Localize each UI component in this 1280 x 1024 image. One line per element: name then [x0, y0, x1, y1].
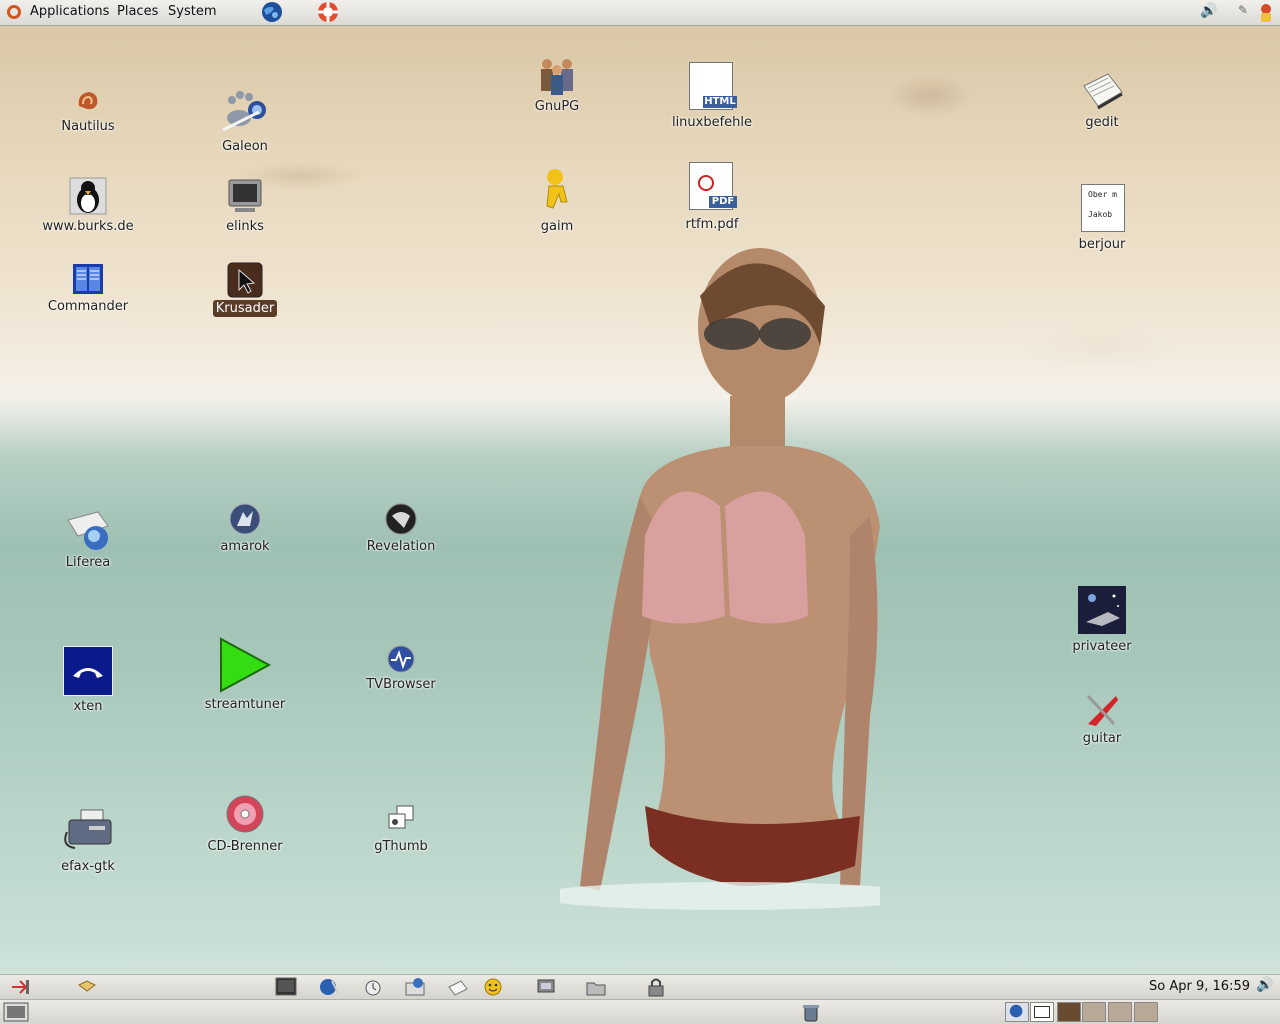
desktop-icon-galeon[interactable]: Galeon	[190, 86, 300, 155]
desktop-icon-gaim[interactable]: gaim	[502, 168, 612, 235]
desktop-icon-gthumb[interactable]: gThumb	[346, 804, 456, 855]
drawer-icon[interactable]	[76, 977, 98, 997]
desktop-icon-efax-gtk[interactable]: efax-gtk	[33, 806, 143, 875]
desktop-icon-commander[interactable]: Commander	[33, 262, 143, 315]
note-line-1: Ober m	[1088, 190, 1117, 199]
window-thumb	[1034, 1006, 1050, 1018]
revelation-icon	[385, 503, 417, 535]
desktop-icon-guitar[interactable]: guitar	[1047, 690, 1157, 747]
krusader-icon	[227, 262, 263, 298]
pencil-icon[interactable]: ✎	[1238, 3, 1248, 17]
system-menu[interactable]: System	[168, 4, 216, 19]
workspace-3[interactable]	[1057, 1002, 1081, 1022]
desktop-icon-nautilus[interactable]: Nautilus	[33, 86, 143, 135]
pdf-swirl-icon	[698, 175, 714, 191]
pdf-badge: PDF	[709, 196, 737, 208]
security-lock-launcher-icon[interactable]	[645, 977, 667, 997]
bottom-panel-launchers: So Apr 9, 16:59 🔊	[0, 974, 1280, 999]
gnupg-people-icon	[541, 59, 573, 95]
desktop-icon-tvbrowser[interactable]: TVBrowser	[346, 644, 456, 693]
volume-tray-icon[interactable]: 🔊	[1256, 977, 1273, 993]
amarok-wolf-icon	[229, 503, 261, 535]
desktop-icon-amarok[interactable]: amarok	[190, 502, 300, 555]
desktop-icon-liferea[interactable]: Liferea	[33, 506, 143, 571]
desktop-icon-privateer[interactable]: privateer	[1047, 586, 1157, 655]
desktop-icon-gedit[interactable]: gedit	[1047, 68, 1157, 131]
network-launcher-icon[interactable]	[535, 977, 557, 997]
desktop-icon-xten[interactable]: xten	[33, 645, 143, 715]
gaim-running-man-icon	[546, 169, 568, 209]
clock[interactable]: So Apr 9, 16:59	[1149, 979, 1250, 994]
browser-window-thumb-icon	[1009, 1004, 1023, 1018]
desktop-icon-berjour[interactable]: Ober m Jakob berjour	[1047, 182, 1157, 253]
privateer-space-icon	[1078, 586, 1126, 634]
help-lifebuoy-icon[interactable]	[316, 1, 340, 23]
gedit-notepad-icon	[1083, 73, 1123, 110]
volume-icon[interactable]: 🔊	[1200, 3, 1217, 19]
desktop-icon-burks[interactable]: www.burks.de	[33, 176, 143, 235]
desktop-icon-rtfm-pdf[interactable]: PDF rtfm.pdf	[657, 162, 767, 233]
desktop-icon-revelation[interactable]: Revelation	[346, 502, 456, 555]
file-manager-launcher-icon[interactable]	[585, 977, 607, 997]
cd-disc-icon	[226, 795, 264, 833]
places-menu[interactable]: Places	[117, 4, 158, 19]
logout-icon[interactable]	[1255, 1, 1277, 23]
show-desktop-arrow-icon[interactable]	[10, 977, 32, 997]
desktop-icon-elinks[interactable]: elinks	[190, 176, 300, 235]
tux-penguin-icon	[69, 177, 107, 215]
workspace-6[interactable]	[1134, 1002, 1158, 1022]
note-line-2: Jakob	[1088, 210, 1113, 219]
ubuntu-logo-icon[interactable]	[7, 5, 21, 19]
text-editor-launcher-icon[interactable]	[447, 977, 469, 997]
streamtuner-play-icon	[220, 637, 272, 693]
workspace-5[interactable]	[1108, 1002, 1132, 1022]
media-player-launcher-icon[interactable]	[318, 977, 340, 997]
gthumb-icon	[388, 805, 414, 829]
trash-icon[interactable]	[800, 1002, 822, 1022]
applications-menu[interactable]: Applications	[30, 4, 109, 19]
terminal-monitor-icon	[228, 179, 262, 212]
wallpaper-figure	[560, 248, 880, 910]
guitar-knife-icon	[1086, 694, 1118, 726]
terminal-launcher-icon[interactable]	[275, 977, 297, 997]
galeon-icon	[222, 91, 266, 132]
text-note-icon: Ober m Jakob	[1081, 184, 1125, 232]
xten-phone-icon	[62, 645, 114, 697]
commander-icon	[73, 264, 103, 294]
show-desktop-icon[interactable]	[3, 1002, 29, 1022]
html-badge: HTML	[703, 96, 737, 108]
clock-alarm-launcher-icon[interactable]	[361, 977, 383, 997]
web-browser-launcher-icon[interactable]	[260, 1, 284, 23]
desktop-icon-streamtuner[interactable]: streamtuner	[190, 636, 300, 713]
bottom-panel-windows	[0, 999, 1280, 1024]
nautilus-shell-icon	[78, 92, 98, 110]
desktop-icon-gnupg[interactable]: GnuPG	[502, 56, 612, 115]
fax-machine-icon	[64, 809, 112, 849]
chat-smiley-launcher-icon[interactable]	[482, 977, 504, 997]
workspace-2[interactable]	[1030, 1002, 1054, 1022]
desktop-icon-krusader[interactable]: Krusader	[190, 262, 300, 317]
liferea-feed-icon	[67, 511, 109, 550]
desktop-icon-cd-brenner[interactable]: CD-Brenner	[190, 794, 300, 855]
mail-launcher-icon[interactable]	[404, 977, 426, 997]
workspace-1[interactable]	[1005, 1002, 1029, 1022]
workspace-4[interactable]	[1082, 1002, 1106, 1022]
tvbrowser-icon	[387, 645, 415, 673]
desktop-icon-linuxbefehle[interactable]: HTML linuxbefehle	[657, 62, 767, 131]
top-panel: Applications Places System 🔊 ✎	[0, 0, 1280, 26]
